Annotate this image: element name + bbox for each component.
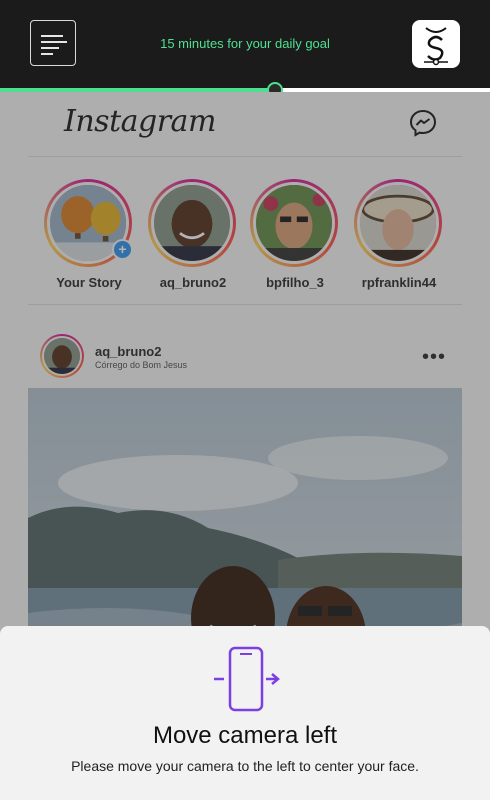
phone-move-right-icon xyxy=(214,646,280,712)
instruction-title: Move camera left xyxy=(152,722,338,749)
app-logo-button[interactable] xyxy=(412,20,460,68)
app-logo-icon xyxy=(424,27,448,66)
instruction-message: Please move your camera to the left to c… xyxy=(71,758,419,774)
top-bar: 15 minutes for your daily goal xyxy=(0,0,490,88)
menu-button[interactable] xyxy=(30,20,76,66)
daily-goal-text: 15 minutes for your daily goal xyxy=(160,36,330,51)
guidance-sheet: Move camera left Please move your camera… xyxy=(0,626,490,800)
